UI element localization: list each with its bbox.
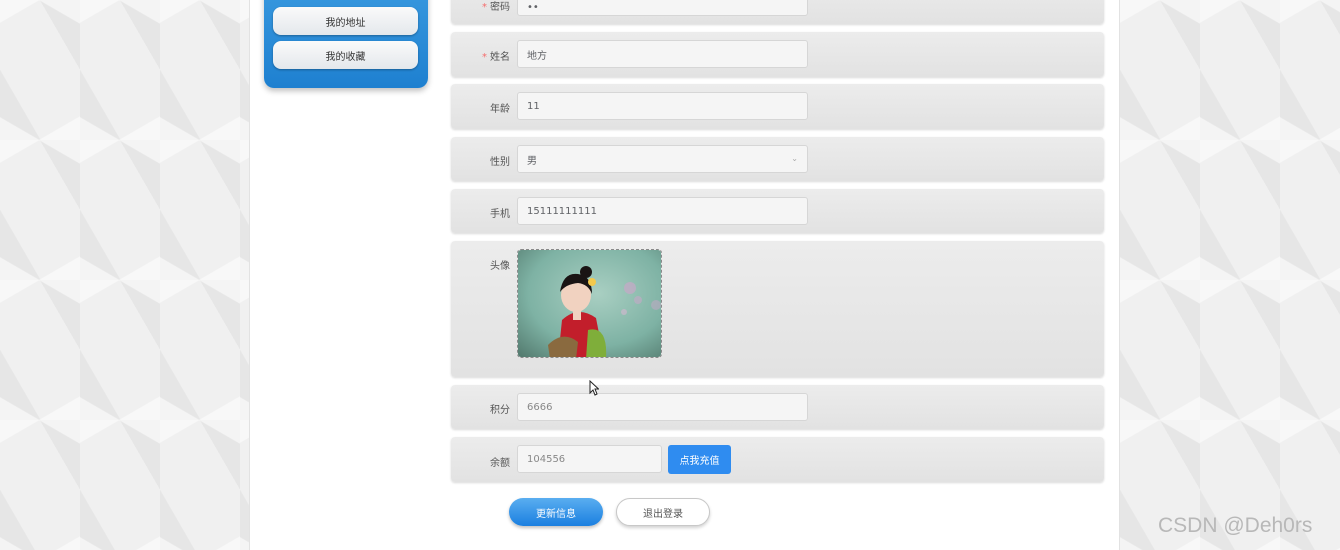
- gender-select[interactable]: 男 ⌄: [517, 145, 808, 173]
- points-field: 6666: [517, 393, 808, 421]
- phone-value: 15111111111: [527, 205, 597, 217]
- password-row: * 密码 ••: [451, 0, 1104, 24]
- recharge-button[interactable]: 点我充值: [668, 445, 731, 474]
- logout-button-label: 退出登录: [643, 508, 683, 520]
- sidebar-item-label: 我的地址: [325, 17, 366, 29]
- sidebar-item-favorites[interactable]: 我的收藏: [273, 41, 418, 69]
- avatar-upload[interactable]: [517, 249, 662, 358]
- points-label: 积分: [490, 405, 510, 416]
- update-info-button[interactable]: 更新信息: [509, 498, 603, 526]
- age-label: 年龄: [490, 104, 510, 115]
- gender-value: 男: [527, 155, 537, 167]
- logout-button[interactable]: 退出登录: [616, 498, 710, 526]
- mouse-cursor-icon: [589, 380, 599, 396]
- balance-label: 余额: [490, 458, 510, 469]
- points-row: 积分 6666: [451, 385, 1104, 429]
- name-label: * 姓名: [451, 48, 510, 63]
- phone-field[interactable]: 15111111111: [517, 197, 808, 225]
- age-field[interactable]: 11: [517, 92, 808, 120]
- name-field[interactable]: 地方: [517, 40, 808, 68]
- phone-row: 手机 15111111111: [451, 189, 1104, 233]
- password-label-text: 密码: [490, 2, 510, 13]
- sidebar-item-label: 我的收藏: [325, 51, 366, 63]
- gender-label: 性别: [490, 157, 510, 168]
- balance-value: 104556: [527, 453, 566, 465]
- sidebar-item-address[interactable]: 我的地址: [273, 7, 418, 35]
- avatar-image: [518, 250, 661, 357]
- balance-row: 余额 104556 点我充值: [451, 437, 1104, 482]
- required-mark: *: [482, 52, 487, 63]
- password-field[interactable]: ••: [517, 0, 808, 16]
- age-value: 11: [527, 100, 540, 112]
- password-label: * 密码: [451, 0, 510, 13]
- password-value: ••: [527, 1, 539, 13]
- watermark: CSDN @Deh0rs: [1158, 514, 1313, 537]
- name-value: 地方: [527, 50, 547, 62]
- balance-field: 104556: [517, 445, 662, 473]
- gender-row: 性别 男 ⌄: [451, 137, 1104, 181]
- chevron-down-icon: ⌄: [791, 154, 798, 163]
- update-button-label: 更新信息: [536, 508, 576, 520]
- name-label-text: 姓名: [490, 52, 510, 63]
- name-row: * 姓名 地方: [451, 32, 1104, 77]
- sidebar-menu: 我的地址 我的收藏: [264, 0, 428, 88]
- avatar-label: 头像: [490, 261, 510, 272]
- required-mark: *: [482, 2, 487, 13]
- age-row: 年龄 11: [451, 84, 1104, 129]
- phone-label: 手机: [490, 209, 510, 220]
- points-value: 6666: [527, 401, 553, 413]
- avatar-row: 头像: [451, 241, 1104, 377]
- recharge-button-label: 点我充值: [679, 456, 720, 467]
